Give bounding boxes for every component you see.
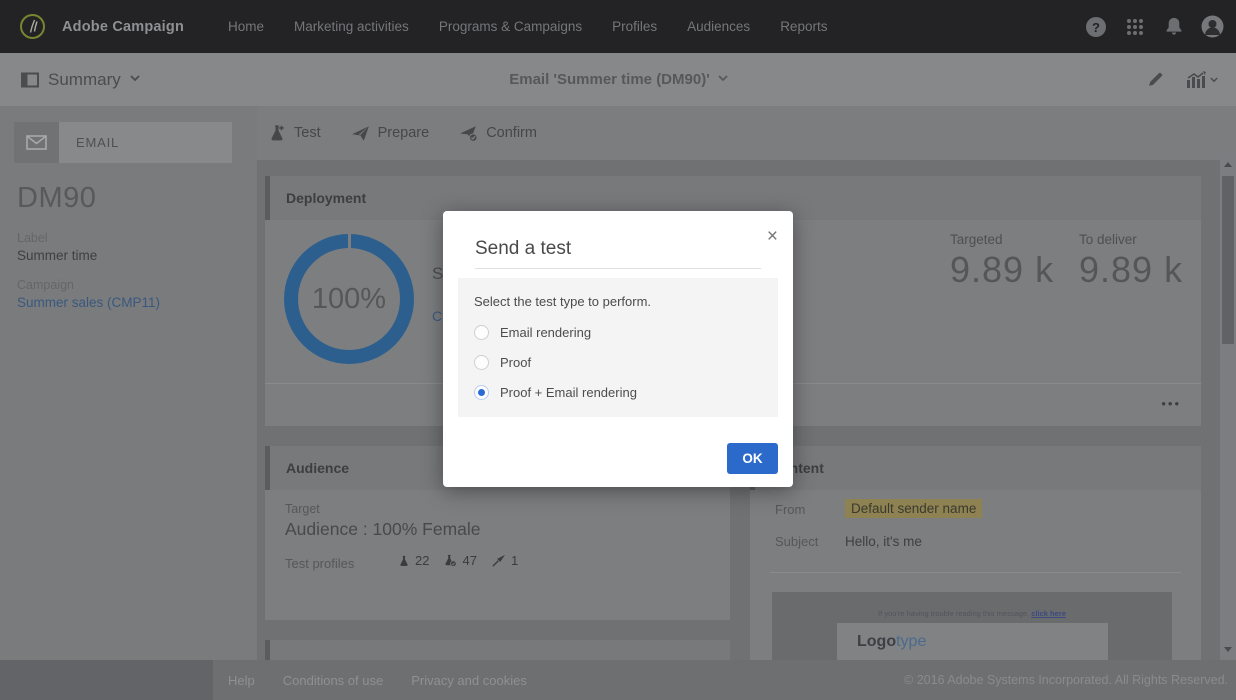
divider [475, 268, 761, 269]
adobe-campaign-app: Adobe Campaign Home Marketing activities… [0, 0, 1236, 700]
close-icon[interactable]: × [767, 227, 778, 246]
radio-option-proof-email-rendering[interactable]: Proof + Email rendering [474, 385, 637, 400]
radio-label: Proof + Email rendering [500, 385, 637, 400]
test-type-prompt: Select the test type to perform. [474, 294, 651, 309]
radio-label: Proof [500, 355, 531, 370]
radio-button-selected[interactable] [474, 385, 489, 400]
radio-option-proof[interactable]: Proof [474, 355, 531, 370]
radio-label: Email rendering [500, 325, 591, 340]
ok-button[interactable]: OK [727, 443, 778, 474]
radio-button[interactable] [474, 325, 489, 340]
test-type-panel: Select the test type to perform. Email r… [458, 278, 778, 417]
dialog-title: Send a test [475, 238, 571, 260]
send-test-dialog: Send a test × Select the test type to pe… [443, 211, 793, 487]
radio-button[interactable] [474, 355, 489, 370]
radio-option-email-rendering[interactable]: Email rendering [474, 325, 591, 340]
